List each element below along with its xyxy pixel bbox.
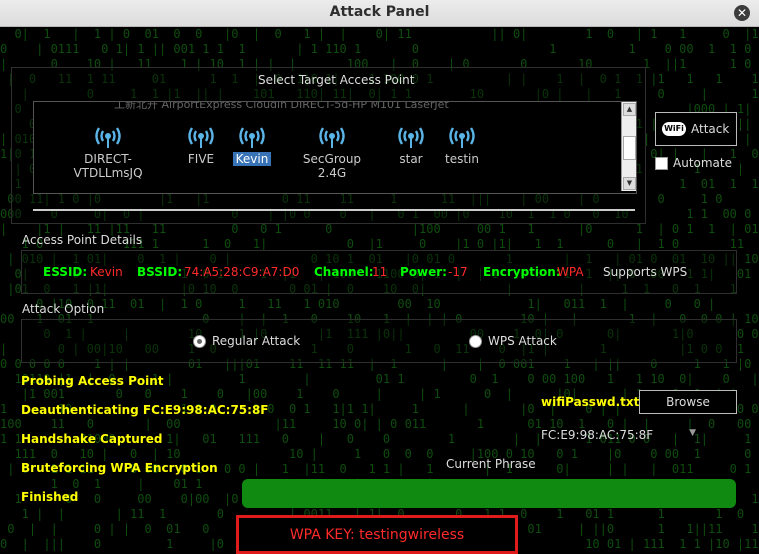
scroll-thumb[interactable] <box>623 136 636 160</box>
channel-value: 11 <box>372 265 388 279</box>
access-point-name: star <box>399 152 423 166</box>
status-line: Finished <box>21 490 79 504</box>
wpa-key-text: WPA KEY: testingwireless <box>289 527 465 543</box>
wifi-icon <box>398 127 424 148</box>
client-mac-value: FC:E9:98:AC:75:8F <box>541 428 654 442</box>
automate-checkbox[interactable] <box>655 157 668 170</box>
regular-attack-radio[interactable] <box>193 335 206 348</box>
encryption-label: Encryption: <box>483 265 561 279</box>
essid-value: Kevin <box>90 265 123 279</box>
access-point-item[interactable]: FIVE <box>184 124 218 166</box>
status-line: Probing Access Point <box>21 374 164 388</box>
access-point-name: FIVE <box>187 152 215 166</box>
power-value: -17 <box>448 265 468 279</box>
access-point-item-selected[interactable]: Kevin <box>231 124 273 166</box>
wifi-icon <box>188 127 214 148</box>
access-point-item[interactable]: testin <box>440 124 484 166</box>
vertical-scrollbar[interactable]: ▲ ▼ <box>621 102 636 191</box>
wifi-attack-icon: WiFi <box>662 122 686 136</box>
bssid-value: 74:A5:28:C9:A7:D0 <box>184 265 300 279</box>
access-point-list[interactable]: 工新北开 AirportExpress Cloudin DIRECT-5d-HP… <box>33 101 637 194</box>
wifi-icon <box>319 127 345 148</box>
status-line: Deauthenticating FC:E9:98:AC:75:8F <box>21 403 269 417</box>
automate-label: Automate <box>673 156 732 170</box>
attack-option-title: Attack Option <box>22 302 105 316</box>
status-line: Bruteforcing WPA Encryption <box>21 461 218 475</box>
wps-support: Supports WPS <box>603 265 688 279</box>
wordlist-filename: wifiPasswd.txt <box>541 395 640 409</box>
wps-attack-radio[interactable] <box>469 335 482 348</box>
essid-label: ESSID: <box>43 265 88 279</box>
scroll-up-icon[interactable]: ▲ <box>623 103 636 116</box>
scroll-down-icon[interactable]: ▼ <box>623 177 636 190</box>
encryption-value: WPA <box>557 265 584 279</box>
wps-attack-label: WPS Attack <box>488 334 557 348</box>
attack-option-panel <box>21 319 737 363</box>
client-mac-select[interactable]: FC:E9:98:AC:75:8F ▼ <box>536 424 704 446</box>
attack-button-label: Attack <box>691 122 730 136</box>
regular-attack-label: Regular Attack <box>212 334 301 348</box>
access-point-item[interactable]: star <box>394 124 428 166</box>
current-phrase-label: Current Phrase <box>446 457 536 471</box>
wifi-icon <box>95 127 121 148</box>
chevron-down-icon: ▼ <box>689 428 696 438</box>
close-icon[interactable]: ✕ <box>734 5 750 21</box>
power-label: Power: <box>400 265 447 279</box>
browse-button[interactable]: Browse <box>639 390 737 414</box>
access-point-item[interactable]: SecGroup 2.4G <box>284 124 380 180</box>
access-point-name: Kevin <box>232 152 272 166</box>
phrase-progress-bar <box>242 479 736 508</box>
window-title: Attack Panel <box>329 4 430 20</box>
details-section-title: Access Point Details <box>22 233 143 247</box>
access-point-name: SecGroup 2.4G <box>302 152 362 180</box>
access-point-name: DIRECT-VTDLLmsJQ <box>73 152 143 180</box>
bssid-label: BSSID: <box>137 265 183 279</box>
partially-visible-row: 工新北开 AirportExpress Cloudin DIRECT-5d-HP… <box>114 101 449 111</box>
channel-label: Channel: <box>314 265 374 279</box>
title-bar: Attack Panel ✕ <box>0 0 759 27</box>
status-line: Handshake Captured <box>21 432 163 446</box>
attack-button[interactable]: WiFi Attack <box>655 112 737 146</box>
horizontal-scrollbar[interactable] <box>33 209 635 211</box>
wifi-icon <box>239 127 265 148</box>
access-point-item[interactable]: DIRECT-VTDLLmsJQ <box>49 124 167 180</box>
wpa-key-box: WPA KEY: testingwireless <box>236 515 518 554</box>
access-point-name: testin <box>445 152 479 166</box>
target-section-title: Select Target Access Point <box>258 73 415 87</box>
wifi-icon <box>449 127 475 148</box>
